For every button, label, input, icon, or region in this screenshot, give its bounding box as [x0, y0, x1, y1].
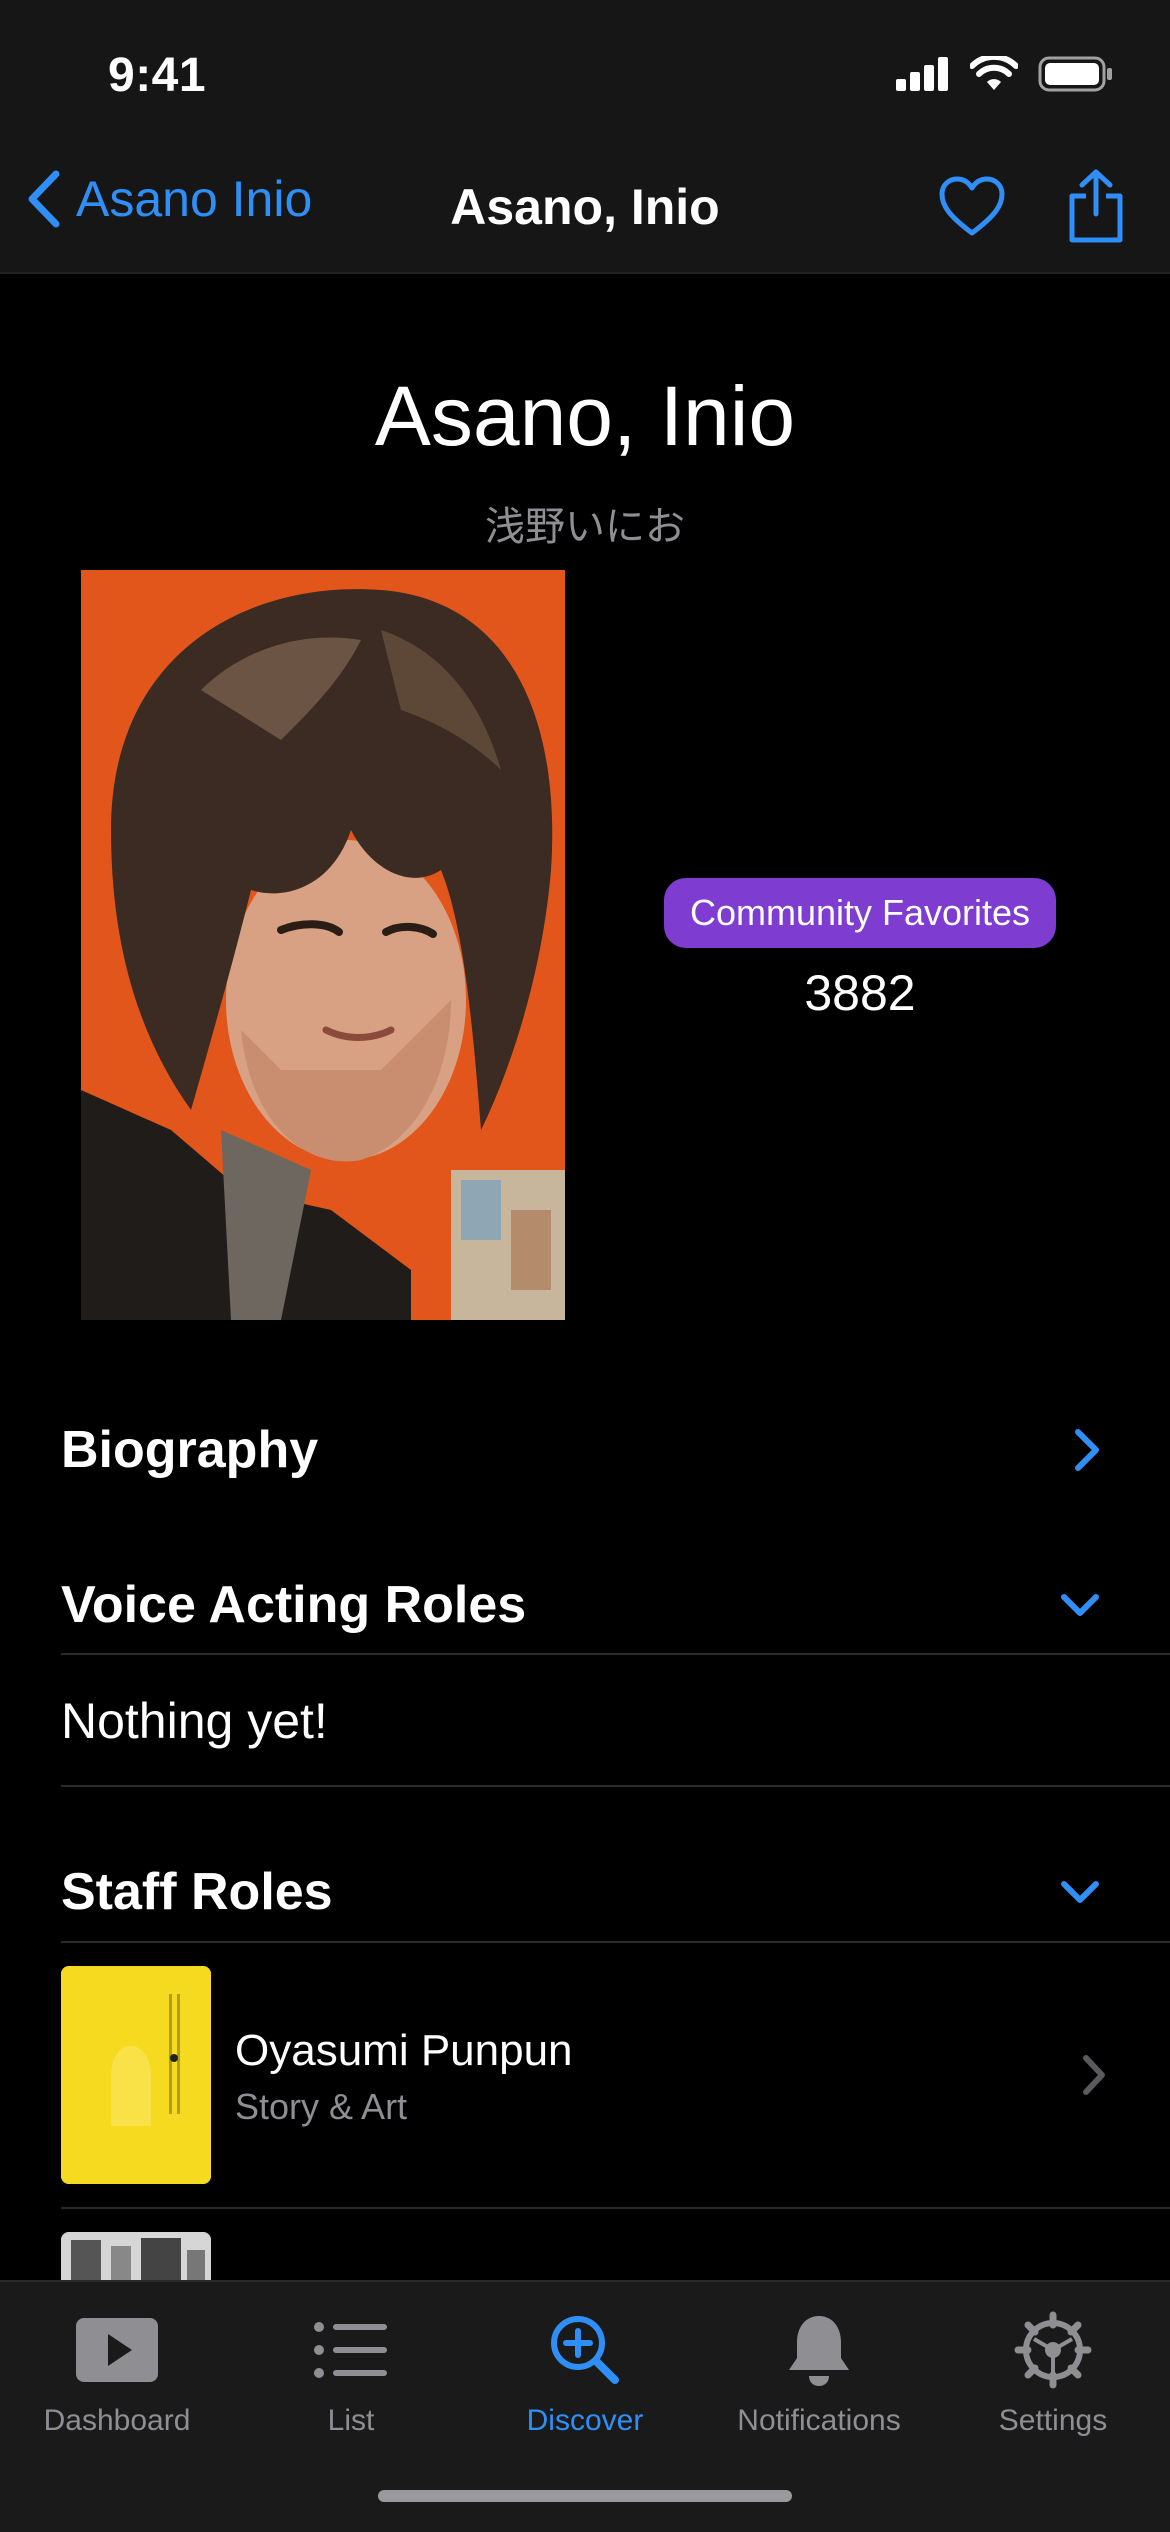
share-icon[interactable] [1066, 168, 1126, 244]
voice-acting-title: Voice Acting Roles [61, 1576, 527, 1634]
back-button[interactable]: Asano Inio [26, 170, 312, 228]
person-name: Asano, Inio [374, 369, 796, 463]
chevron-right-icon [1083, 2055, 1105, 2095]
tab-list[interactable]: List [234, 2300, 468, 2438]
divider [61, 2207, 1170, 2209]
staff-item-role: Story & Art [235, 2086, 408, 2127]
divider [61, 1941, 1170, 1943]
divider [61, 1653, 1170, 1655]
top-bar: 9:41 Asano Inio Asano, Inio [0, 0, 1170, 274]
wifi-icon [970, 56, 1018, 90]
staff-roles-title: Staff Roles [61, 1863, 333, 1921]
play-icon [76, 2318, 158, 2382]
back-label: Asano Inio [76, 171, 313, 227]
tab-label: Dashboard [43, 2404, 191, 2437]
tab-settings[interactable]: Settings [936, 2300, 1170, 2438]
chevron-down-icon [1061, 1881, 1099, 1903]
tab-label: Discover [526, 2404, 644, 2437]
biography-row[interactable]: Biography [61, 1420, 1170, 1480]
staff-roles-header[interactable]: Staff Roles [61, 1862, 1170, 1922]
status-icons [896, 56, 1114, 92]
chevron-left-icon [28, 170, 60, 228]
tab-discover[interactable]: Discover [468, 2300, 702, 2438]
favorites-block: Community Favorites 3882 [660, 878, 1060, 1022]
chevron-right-icon [1075, 1429, 1099, 1471]
voice-acting-header[interactable]: Voice Acting Roles [61, 1575, 1170, 1635]
tab-label: List [327, 2404, 375, 2437]
cover-image [61, 1966, 211, 2184]
heart-icon[interactable] [938, 175, 1006, 237]
nav-actions [938, 168, 1126, 244]
person-native-name: 浅野いにお [485, 504, 685, 550]
tab-notifications[interactable]: Notifications [702, 2300, 936, 2438]
bell-icon [789, 2316, 849, 2386]
tab-label: Settings [998, 2404, 1108, 2437]
portrait-image [81, 570, 565, 1320]
divider [61, 1785, 1170, 1787]
voice-acting-empty-text: Nothing yet! [61, 1693, 328, 1749]
favorites-count: 3882 [804, 965, 916, 1021]
biography-title: Biography [61, 1421, 319, 1479]
cellular-signal-icon [896, 57, 948, 91]
battery-icon [1038, 56, 1112, 92]
search-plus-icon [551, 2316, 619, 2384]
chevron-down-icon [1061, 1594, 1099, 1616]
home-indicator[interactable] [378, 2490, 792, 2502]
gear-icon [1014, 2311, 1092, 2389]
tab-dashboard[interactable]: Dashboard [0, 2300, 234, 2438]
list-icon [314, 2322, 387, 2378]
staff-item-title: Oyasumi Punpun [235, 2026, 573, 2075]
staff-role-item[interactable]: Oyasumi Punpun Story & Art [61, 1966, 1170, 2186]
favorites-badge: Community Favorites [663, 878, 1057, 948]
tab-label: Notifications [737, 2404, 901, 2437]
status-time: 9:41 [108, 49, 207, 102]
